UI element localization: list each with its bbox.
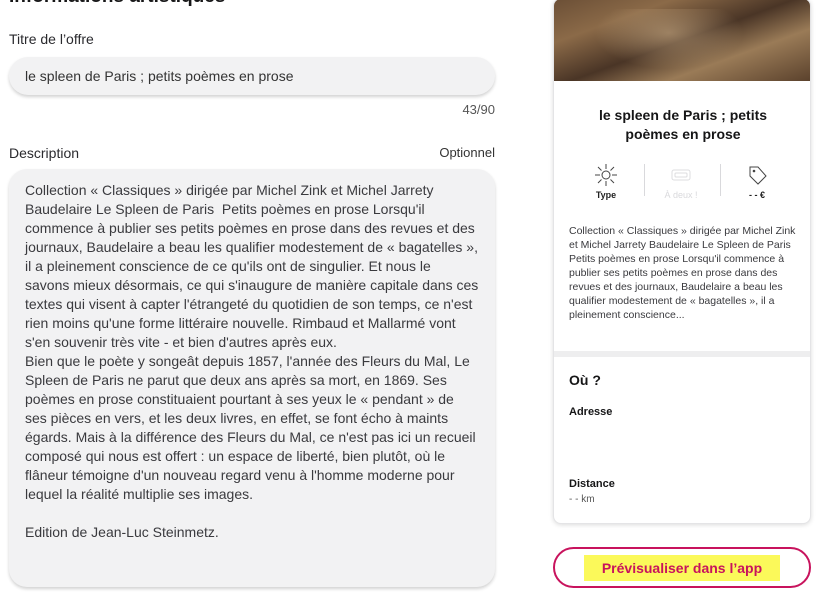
section-divider [554,351,810,357]
meta-duo: À deux ! [651,162,711,200]
distance-label: Distance [569,478,615,490]
preview-in-app-button[interactable]: Prévisualiser dans l’app [553,547,811,588]
title-label: Titre de l’offre [9,31,94,47]
meta-separator [720,164,721,196]
price-tag-icon [727,162,787,190]
meta-type: Type [576,162,636,200]
section-title: Informations artistiques [9,0,225,8]
title-char-counter: 43/90 [462,102,495,117]
description-label: Description [9,145,80,161]
duo-ticket-icon [651,162,711,190]
description-textarea[interactable]: Collection « Classiques » dirigée par Mi… [9,169,495,587]
offer-preview-card: le spleen de Paris ; petits poèmes en pr… [553,0,811,524]
preview-title: le spleen de Paris ; petits poèmes en pr… [598,107,768,142]
where-title: Où ? [569,372,601,388]
description-optional-tag: Optionnel [439,145,495,160]
meta-price: - - € [727,162,787,200]
title-input[interactable]: le spleen de Paris ; petits poèmes en pr… [9,57,495,95]
preview-in-app-button-label: Prévisualiser dans l’app [583,554,781,581]
meta-price-label: - - € [748,190,765,200]
preview-meta-row: Type À deux ! - - € [554,162,810,208]
address-label: Adresse [569,406,613,418]
sparkle-icon [576,162,636,190]
meta-separator [644,164,645,196]
cover-image [554,0,810,81]
preview-description: Collection « Classiques » dirigée par Mi… [569,225,796,321]
meta-duo-label: À deux ! [664,190,698,200]
meta-type-label: Type [595,190,617,200]
distance-value: - - km [569,494,595,505]
